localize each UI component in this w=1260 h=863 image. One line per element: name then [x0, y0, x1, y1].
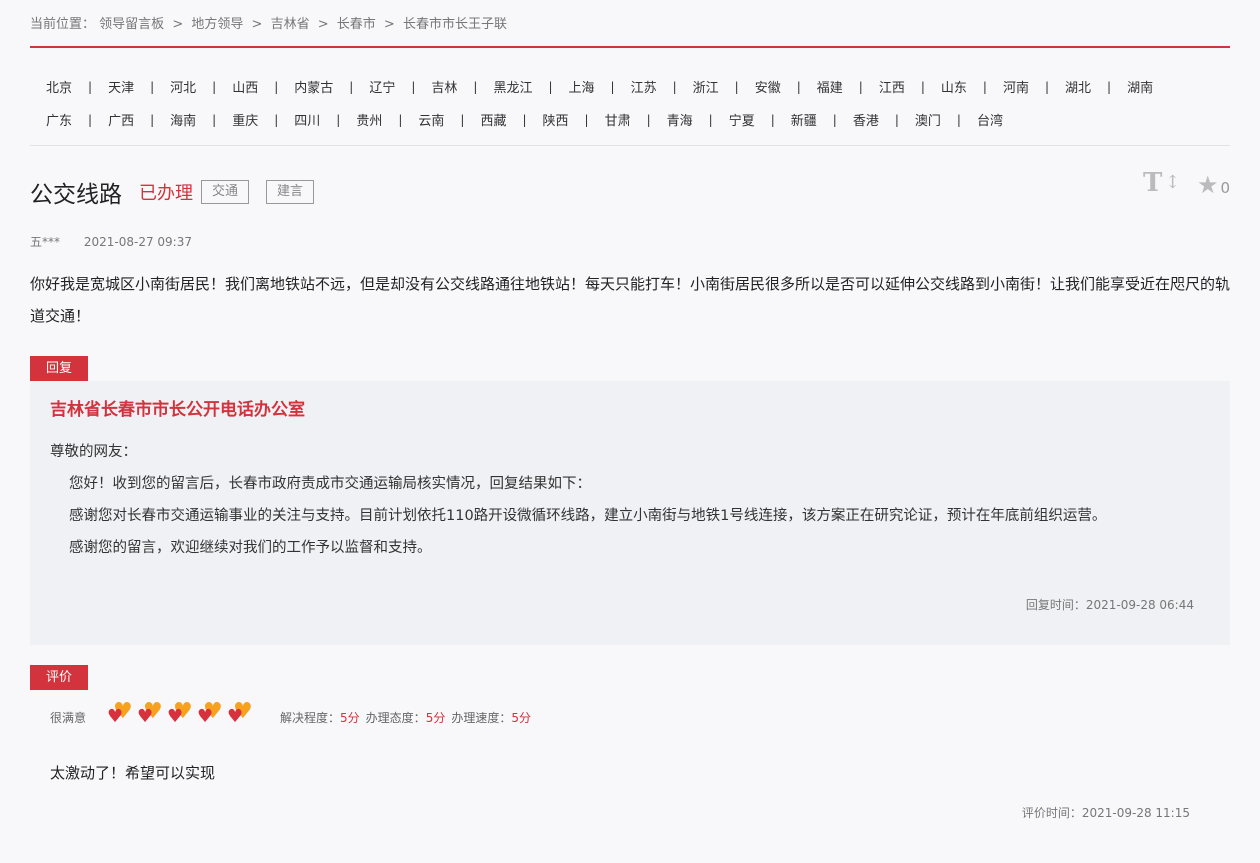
region-link[interactable]: 内蒙古: [278, 77, 349, 96]
tag-suggestion[interactable]: 建言: [266, 180, 315, 204]
reply-label: 回复: [30, 356, 88, 381]
reply-paragraph: 感谢您的留言，欢迎继续对我们的工作予以监督和支持。: [69, 540, 432, 556]
region-row: 广东 | 广西 | 海南 | 重庆 | 四川 | 贵州 | 云南 | 西藏 | 陕西 | 甘肃 | 青海 | 宁夏 | 新疆 | 香…: [30, 103, 1230, 136]
region-divider: [30, 145, 1230, 146]
region-link[interactable]: 河北: [154, 77, 212, 96]
favorite-count: 0: [1220, 179, 1230, 197]
region-link[interactable]: 北京: [30, 77, 88, 96]
region-link[interactable]: 辽宁: [353, 77, 411, 96]
reply-greeting: 尊敬的网友：: [50, 444, 137, 460]
breadcrumb-prefix: 当前位置：: [30, 17, 96, 32]
region-link[interactable]: 湖北: [1049, 77, 1107, 96]
score-label: 办理态度：: [365, 710, 426, 725]
reply-organization: 吉林省长春市市长公开电话办公室: [50, 400, 305, 420]
evaluation-comment: 太激动了！希望可以实现: [50, 764, 216, 782]
heart-icon: ♥ ♥: [137, 699, 163, 727]
reply-time: 回复时间：2021-09-28 06:44: [1026, 596, 1194, 613]
heart-icon: ♥ ♥: [227, 699, 253, 727]
region-link[interactable]: 澳门: [899, 110, 957, 129]
score-value: 5分: [425, 710, 446, 725]
region-nav: 北京 | 天津 | 河北 | 山西 | 内蒙古 | 辽宁 | 吉林 | 黑龙江 | 上海 | 江苏 | 浙江 | 安徽 | 福建…: [30, 70, 1230, 136]
header-divider: [30, 46, 1230, 48]
tag-transport[interactable]: 交通: [201, 180, 250, 204]
breadcrumb-separator: >: [317, 17, 329, 32]
region-link[interactable]: 福建: [801, 77, 859, 96]
breadcrumb-item-province[interactable]: 吉林省: [271, 17, 310, 32]
score-list: 解决程度：5分 办理态度：5分 办理速度：5分: [280, 709, 537, 726]
star-icon[interactable]: ★: [1197, 171, 1219, 199]
score-value: 5分: [511, 710, 531, 725]
region-link[interactable]: 广西: [92, 110, 150, 129]
region-link[interactable]: 河南: [987, 77, 1045, 96]
region-link[interactable]: 青海: [651, 110, 709, 129]
post-tools: T ↕ ★ 0: [1143, 168, 1230, 200]
post-header: 公交线路 已办理 交通 建言 T ↕ ★ 0: [30, 168, 1230, 208]
evaluation-time: 评价时间：2021-09-28 11:15: [1022, 804, 1190, 821]
region-link[interactable]: 浙江: [677, 77, 735, 96]
score-attitude: 办理态度：5分: [366, 709, 446, 726]
region-link[interactable]: 广东: [30, 110, 88, 129]
breadcrumb-separator: >: [251, 17, 263, 32]
region-link[interactable]: 吉林: [415, 77, 473, 96]
reply-time-value: 2021-09-28 06:44: [1085, 598, 1194, 612]
evaluation-time-value: 2021-09-28 11:15: [1081, 806, 1190, 820]
post-author: 五***: [30, 235, 61, 249]
reply-paragraph: 您好！收到您的留言后，长春市政府责成市交通运输局核实情况，回复结果如下：: [69, 476, 591, 492]
breadcrumb-separator: >: [172, 17, 184, 32]
status-badge: 已办理: [139, 183, 193, 204]
evaluation-label: 评价: [30, 665, 88, 690]
region-link[interactable]: 湖南: [1111, 77, 1169, 96]
score-value: 5分: [340, 710, 360, 725]
heart-icon: ♥ ♥: [167, 699, 193, 727]
region-link[interactable]: 甘肃: [589, 110, 647, 129]
reply-paragraph: 感谢您对长春市交通运输事业的关注与支持。目前计划依托110路开设微循环线路，建立…: [69, 508, 1107, 524]
region-link[interactable]: 宁夏: [713, 110, 771, 129]
region-link[interactable]: 香港: [837, 110, 895, 129]
region-link[interactable]: 安徽: [739, 77, 797, 96]
rating-row: 很满意 ♥ ♥ ♥ ♥ ♥ ♥ ♥ ♥ ♥ ♥ 解决程度：5分 办理态度：5分 办理速度：5分: [50, 699, 537, 732]
score-resolution: 解决程度：5分: [280, 709, 360, 726]
reply-time-label: 回复时间：: [1025, 598, 1086, 612]
region-link[interactable]: 黑龙江: [477, 77, 548, 96]
satisfaction-level: 很满意: [50, 710, 87, 725]
region-link[interactable]: 贵州: [340, 110, 398, 129]
score-speed: 办理速度：5分: [451, 709, 531, 726]
region-link[interactable]: 海南: [154, 110, 212, 129]
region-link[interactable]: 山东: [925, 77, 983, 96]
region-link[interactable]: 新疆: [775, 110, 833, 129]
breadcrumb-item-local-leaders[interactable]: 地方领导: [191, 17, 243, 32]
region-link[interactable]: 陕西: [527, 110, 585, 129]
region-link[interactable]: 山西: [216, 77, 274, 96]
heart-rating: ♥ ♥ ♥ ♥ ♥ ♥ ♥ ♥ ♥ ♥: [106, 699, 256, 732]
breadcrumb: 当前位置： 领导留言板 > 地方领导 > 吉林省 > 长春市 > 长春市市长王子…: [30, 13, 507, 32]
region-link[interactable]: 天津: [92, 77, 150, 96]
region-link[interactable]: 重庆: [216, 110, 274, 129]
breadcrumb-item-city[interactable]: 长春市: [337, 17, 376, 32]
heart-icon: ♥ ♥: [107, 699, 133, 727]
reply-box: 吉林省长春市市长公开电话办公室 尊敬的网友： 您好！收到您的留言后，长春市政府责…: [30, 381, 1230, 645]
reply-text: 尊敬的网友： 您好！收到您的留言后，长春市政府责成市交通运输局核实情况，回复结果…: [50, 436, 1200, 564]
post-date: 2021-08-27 09:37: [83, 235, 192, 249]
region-link[interactable]: 西藏: [464, 110, 522, 129]
region-link[interactable]: 上海: [553, 77, 611, 96]
heart-icon: ♥ ♥: [197, 699, 223, 727]
post-meta: 五*** 2021-08-27 09:37: [30, 233, 192, 250]
region-link[interactable]: 江苏: [615, 77, 673, 96]
font-size-icon[interactable]: T ↕: [1143, 168, 1180, 200]
post-title: 公交线路: [30, 182, 122, 208]
breadcrumb-separator: >: [383, 17, 395, 32]
region-row: 北京 | 天津 | 河北 | 山西 | 内蒙古 | 辽宁 | 吉林 | 黑龙江 | 上海 | 江苏 | 浙江 | 安徽 | 福建…: [30, 70, 1230, 103]
region-link[interactable]: 江西: [863, 77, 921, 96]
region-link[interactable]: 四川: [278, 110, 336, 129]
score-label: 办理速度：: [451, 710, 512, 725]
post-content: 你好我是宽城区小南街居民！我们离地铁站不远，但是却没有公交线路通往地铁站！每天只…: [30, 275, 1231, 325]
breadcrumb-item-leader[interactable]: 长春市市长王子联: [403, 17, 507, 32]
region-link[interactable]: 台湾: [961, 110, 1019, 129]
breadcrumb-item-message-board[interactable]: 领导留言板: [99, 17, 164, 32]
region-link[interactable]: 云南: [402, 110, 460, 129]
score-label: 解决程度：: [280, 710, 341, 725]
evaluation-time-label: 评价时间：: [1021, 806, 1082, 820]
